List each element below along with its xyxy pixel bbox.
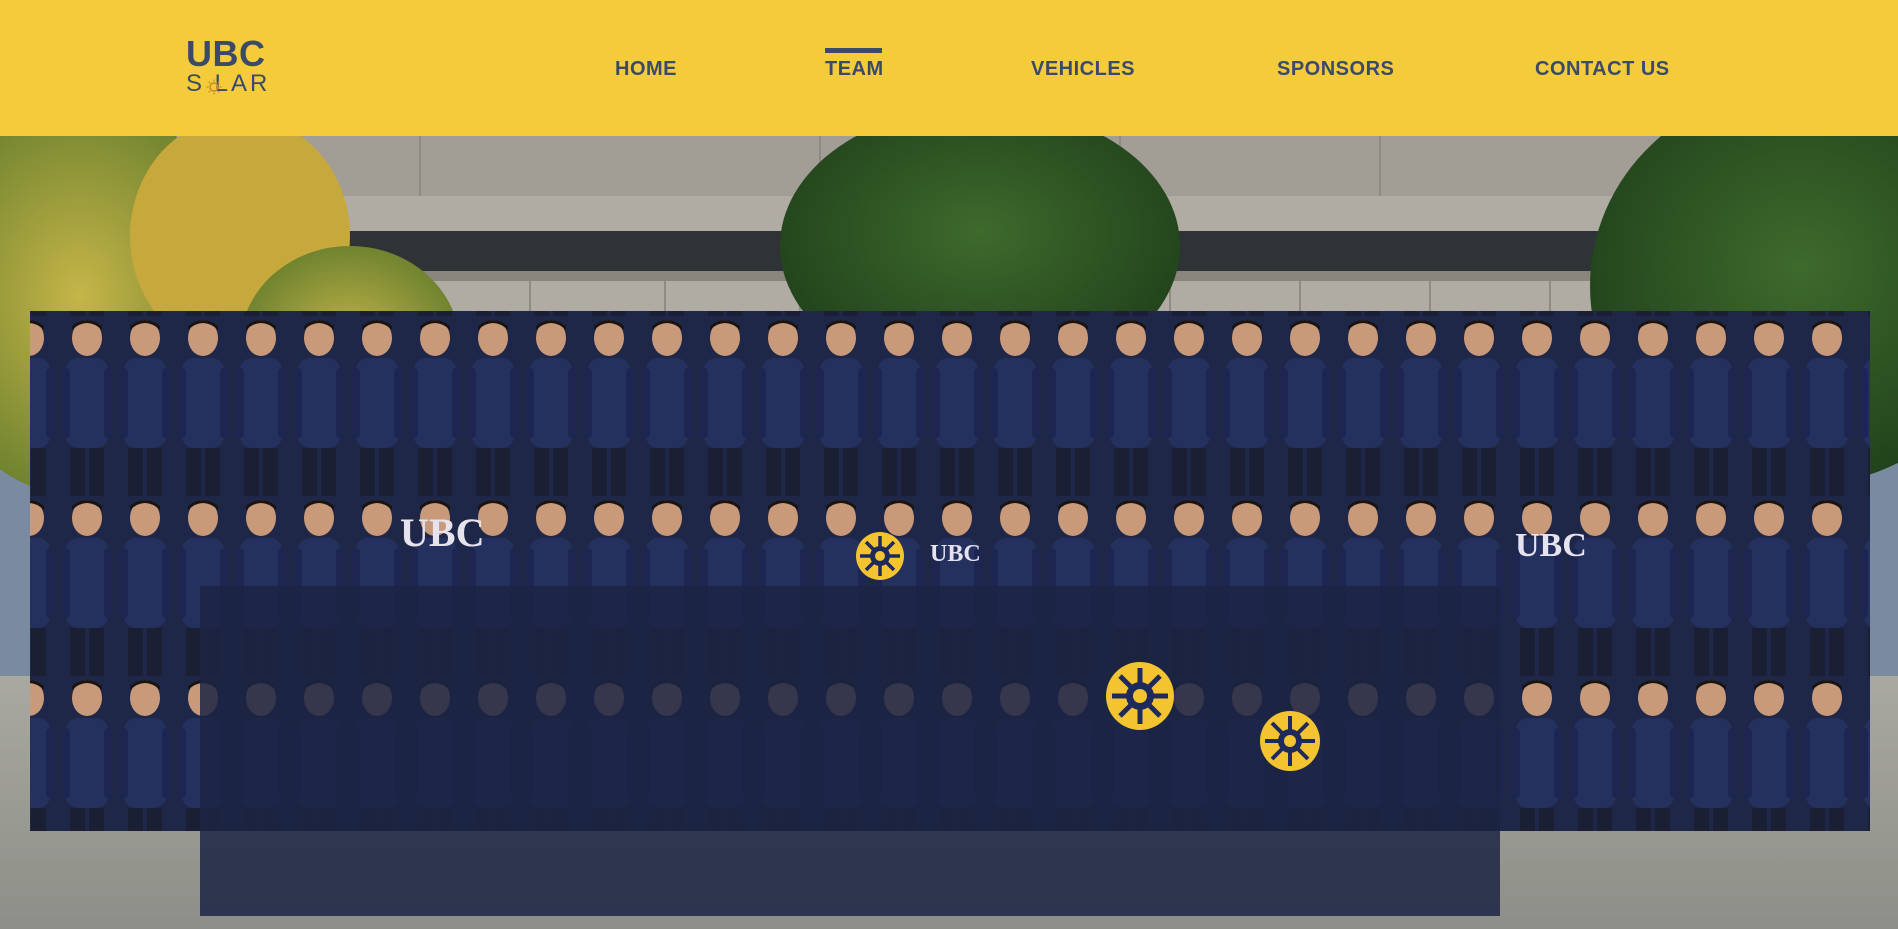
shirt-text-ubc-2: UBC bbox=[1515, 527, 1587, 564]
nav-home-link[interactable]: HOME bbox=[615, 54, 677, 84]
nav-sponsors-link[interactable]: SPONSORS bbox=[1277, 54, 1394, 84]
shirt-text-ubc-3: UBC bbox=[930, 541, 981, 567]
site-header: UBC S LAR HOME TEAM VEHICLES SPONSORS CO… bbox=[0, 0, 1898, 136]
nav-team-link[interactable]: TEAM bbox=[825, 54, 884, 84]
logo-text-ubc: UBC bbox=[186, 33, 266, 74]
shirt-text-ubc-1: UBC bbox=[400, 510, 484, 555]
team-group-photo: UBC UBC UBC bbox=[0, 136, 1898, 929]
ubc-solar-logo[interactable]: UBC S LAR bbox=[186, 36, 276, 98]
nav-contact-us-link[interactable]: CONTACT US bbox=[1535, 54, 1670, 84]
nav-active-indicator bbox=[825, 48, 882, 53]
team-photo-hero: UBC UBC UBC bbox=[0, 136, 1898, 929]
sun-icon bbox=[206, 79, 222, 95]
logo-text-solar: S LAR bbox=[186, 70, 271, 97]
nav-vehicles-link[interactable]: VEHICLES bbox=[1031, 54, 1135, 84]
